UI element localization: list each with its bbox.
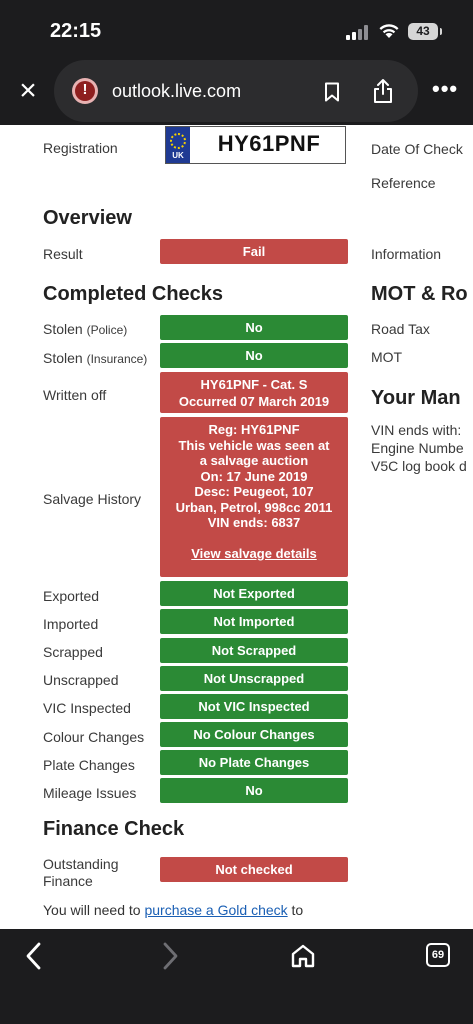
mot-heading: MOT & Ro [371, 283, 468, 305]
mot-label: MOT [371, 349, 403, 365]
number-plate: UK HY61PNF [165, 126, 346, 164]
manual-heading: Your Man [371, 387, 461, 409]
close-button[interactable]: × [14, 76, 42, 106]
registration-label: Registration [43, 140, 118, 156]
exported-badge: Not Exported [160, 581, 348, 606]
outstanding-finance-badge: Not checked [160, 857, 348, 882]
stolen-police-badge: No [160, 315, 348, 340]
stolen-insurance-label: Stolen (Insurance) [43, 350, 148, 366]
signal-icon [346, 24, 370, 40]
address-field[interactable]: ! outlook.live.com [54, 60, 418, 122]
more-options-button[interactable]: ••• [432, 76, 458, 102]
security-warning-icon[interactable]: ! [72, 78, 98, 104]
written-off-label: Written off [43, 387, 107, 403]
colour-changes-label: Colour Changes [43, 729, 145, 745]
tabs-button[interactable]: 69 [426, 943, 450, 967]
completed-checks-heading: Completed Checks [43, 283, 224, 305]
vic-inspected-badge: Not VIC Inspected [160, 694, 348, 719]
bookmark-icon[interactable] [324, 82, 340, 102]
mileage-issues-badge: No [160, 778, 348, 803]
plate-flag-icon: UK [166, 127, 190, 163]
wifi-icon [379, 24, 399, 38]
url-text: outlook.live.com [112, 81, 242, 101]
purchase-gold-check-link[interactable]: purchase a Gold check [144, 902, 287, 918]
status-bar: 22:15 43 [0, 0, 473, 56]
plate-changes-label: Plate Changes [43, 757, 135, 773]
stolen-insurance-badge: No [160, 343, 348, 368]
date-of-check-label: Date Of Check [371, 141, 463, 157]
back-icon[interactable] [22, 941, 48, 971]
stolen-police-label: Stolen (Police) [43, 321, 128, 337]
vic-inspected-label: VIC Inspected [43, 700, 131, 716]
plate-number: HY61PNF [217, 131, 321, 156]
v5c-text: V5C log book d [371, 458, 467, 474]
engine-number-text: Engine Numbe [371, 440, 464, 456]
result-label: Result [43, 246, 83, 262]
browser-url-bar: × ! outlook.live.com ••• [0, 56, 473, 125]
road-tax-label: Road Tax [371, 321, 430, 337]
salvage-history-label: Salvage History [43, 491, 142, 507]
share-icon[interactable] [372, 78, 394, 104]
home-icon[interactable] [290, 943, 316, 969]
imported-badge: Not Imported [160, 609, 348, 634]
unscrapped-badge: Not Unscrapped [160, 666, 348, 691]
exported-label: Exported [43, 588, 100, 604]
plate-changes-badge: No Plate Changes [160, 750, 348, 775]
finance-check-heading: Finance Check [43, 818, 185, 840]
browser-toolbar: 69 [0, 929, 473, 1024]
status-time: 22:15 [50, 20, 102, 42]
information-label: Information [371, 246, 442, 262]
unscrapped-label: Unscrapped [43, 672, 119, 688]
forward-icon[interactable] [156, 941, 182, 971]
imported-label: Imported [43, 616, 99, 632]
view-salvage-details-link[interactable]: View salvage details [160, 546, 348, 562]
written-off-badge: HY61PNF - Cat. S Occurred 07 March 2019 [160, 372, 348, 413]
battery-icon: 43 [408, 23, 442, 40]
reference-label: Reference [371, 175, 436, 191]
mileage-issues-label: Mileage Issues [43, 785, 137, 801]
scrapped-label: Scrapped [43, 644, 103, 660]
overview-heading: Overview [43, 207, 132, 229]
vin-text: VIN ends with: [371, 422, 462, 438]
scrapped-badge: Not Scrapped [160, 638, 348, 663]
outstanding-finance-label: Outstanding Finance [43, 856, 119, 889]
colour-changes-badge: No Colour Changes [160, 722, 348, 747]
result-badge: Fail [160, 239, 348, 264]
salvage-history-badge: Reg: HY61PNF This vehicle was seen at a … [160, 417, 348, 577]
finance-note: You will need to purchase a Gold check t… [43, 902, 304, 918]
page-content: Registration UK HY61PNF Date Of Check Re… [0, 125, 473, 929]
